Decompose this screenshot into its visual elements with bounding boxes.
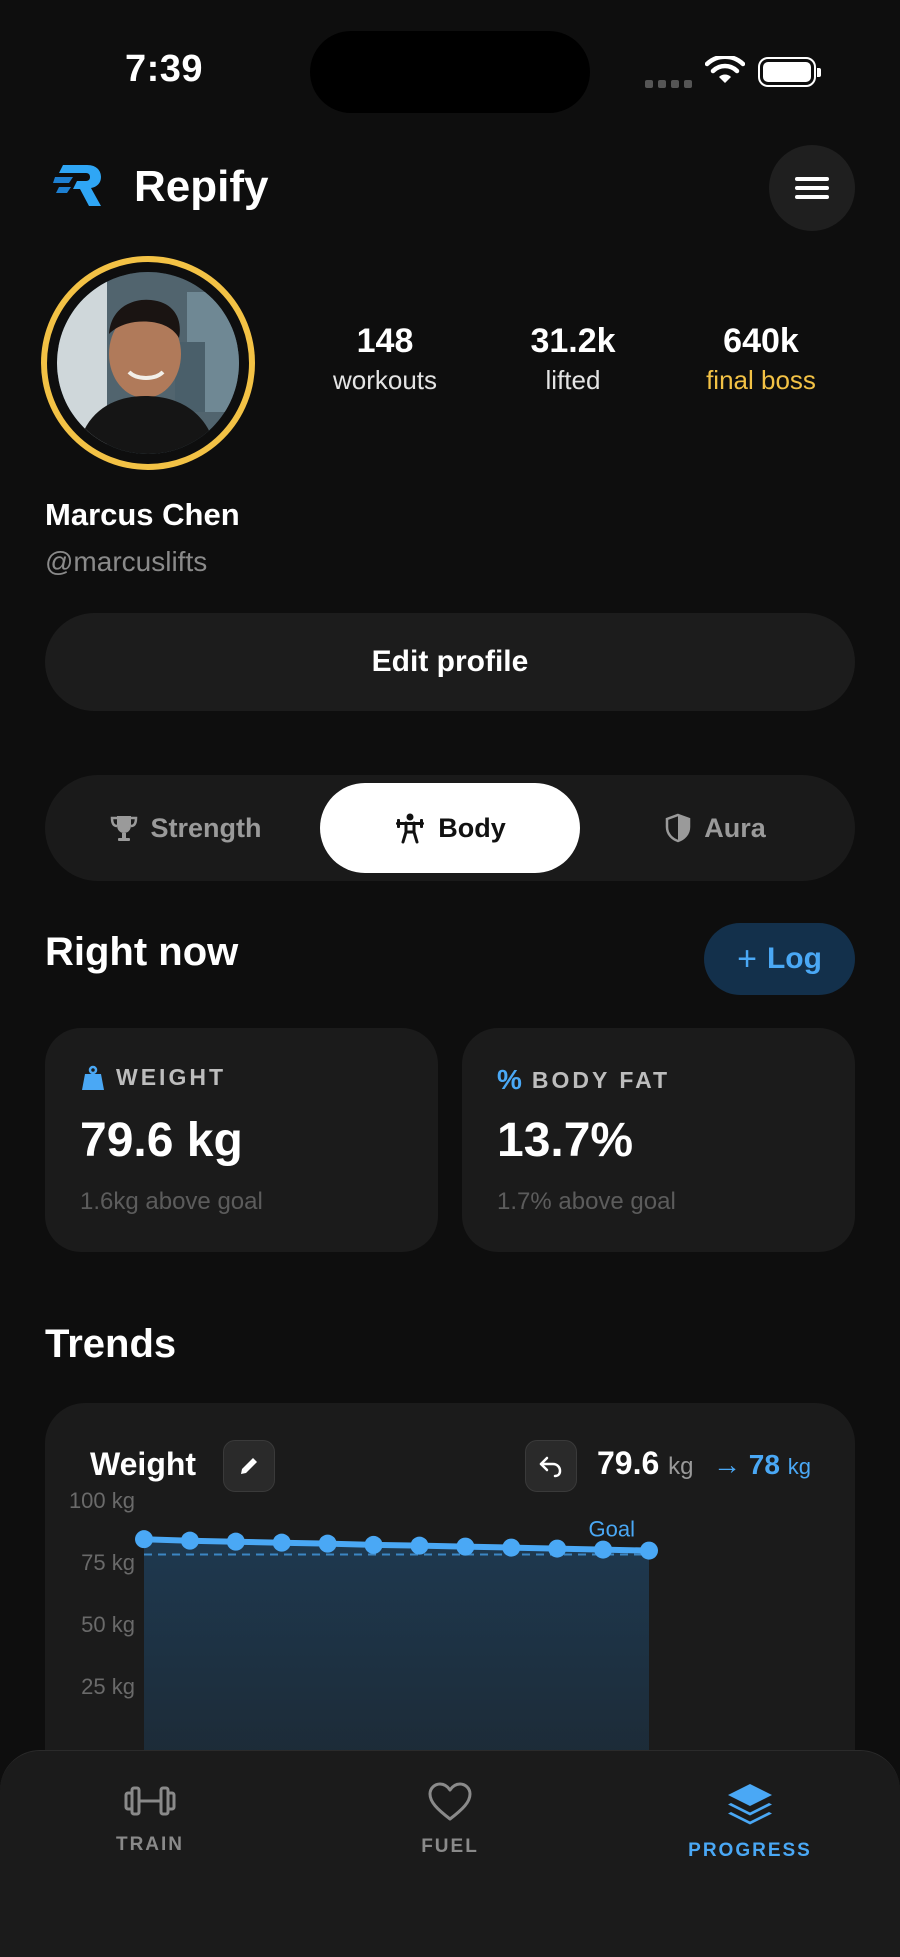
chart-point[interactable] (180, 1531, 199, 1550)
user-handle: @marcuslifts (45, 546, 208, 577)
log-button[interactable]: + Log (704, 923, 855, 995)
hamburger-menu-icon (795, 172, 829, 204)
menu-button[interactable] (769, 145, 855, 231)
nav-label: TRAIN (115, 1834, 185, 1855)
nav-label: PROGRESS (688, 1840, 812, 1861)
layers-icon (728, 1784, 772, 1825)
weightlifter-icon (396, 813, 425, 844)
chart-point[interactable] (594, 1540, 613, 1559)
chart-point[interactable] (502, 1538, 521, 1557)
metric-header: % BODY FAT (497, 1064, 670, 1096)
tab-body[interactable]: Body (320, 783, 580, 873)
chart-point[interactable] (318, 1534, 337, 1553)
chart-point[interactable] (640, 1541, 658, 1560)
stat-label: lifted (545, 365, 601, 395)
profile-tabs: Strength Body Aura (45, 775, 855, 881)
chart-point[interactable] (226, 1532, 245, 1551)
status-time: 7:39 (125, 48, 204, 90)
tab-label: Strength (150, 812, 262, 843)
y-tick-label: 75 kg (81, 1550, 135, 1575)
tab-label: Body (438, 812, 506, 843)
chart-point[interactable] (135, 1530, 153, 1549)
trends-title: Trends (45, 1322, 177, 1366)
stat-label: final boss (706, 365, 816, 395)
dumbbell-icon (124, 1786, 176, 1816)
metric-value: 79.6 kg (80, 1114, 243, 1167)
trophy-icon (110, 816, 137, 841)
body-fat-card[interactable]: % BODY FAT 13.7% 1.7% above goal (462, 1028, 855, 1252)
nav-fuel[interactable]: FUEL (350, 1781, 550, 1858)
goal-label: Goal (589, 1517, 635, 1542)
stat-value: 31.2k (530, 322, 616, 360)
metric-subtext: 1.7% above goal (497, 1188, 676, 1215)
y-tick-label: 50 kg (81, 1612, 135, 1637)
chart-point[interactable] (410, 1536, 429, 1555)
user-name: Marcus Chen (45, 497, 240, 532)
weight-card[interactable]: WEIGHT 79.6 kg 1.6kg above goal (45, 1028, 438, 1252)
nav-progress[interactable]: PROGRESS (650, 1781, 850, 1862)
chart-point[interactable] (548, 1539, 567, 1558)
app-title: Repify (134, 162, 269, 211)
tab-aura[interactable]: Aura (595, 783, 835, 873)
stat-value: 148 (356, 322, 414, 360)
nav-label: FUEL (421, 1836, 479, 1857)
metric-subtext: 1.6kg above goal (80, 1188, 263, 1215)
chart-point[interactable] (364, 1535, 383, 1554)
metric-label: WEIGHT (116, 1064, 226, 1090)
repify-logo-icon (53, 165, 101, 206)
stat-value: 640k (723, 322, 799, 360)
bottom-nav: TRAIN FUEL PROGRESS (0, 1750, 900, 1957)
battery-icon (758, 57, 821, 87)
shield-icon (665, 813, 691, 843)
dynamic-island (310, 31, 590, 113)
tab-strength[interactable]: Strength (65, 783, 305, 873)
y-tick-label: 25 kg (81, 1674, 135, 1699)
chart-point[interactable] (456, 1537, 475, 1556)
nav-train[interactable]: TRAIN (50, 1781, 250, 1856)
chart-point[interactable] (272, 1533, 291, 1552)
stat-workouts: 148 workouts (333, 322, 437, 396)
avatar[interactable] (41, 256, 255, 470)
weight-icon (82, 1065, 104, 1090)
tab-label: Aura (704, 812, 766, 843)
y-tick-label: 100 kg (69, 1488, 135, 1513)
stat-lifted: 31.2k lifted (530, 322, 615, 396)
heart-icon (428, 1782, 472, 1821)
avatar-photo (57, 272, 239, 454)
screen: 7:39 Repify 148 workouts 31.2k lifted 64… (0, 0, 900, 1957)
metric-header: WEIGHT (80, 1064, 226, 1091)
metric-label: BODY FAT (531, 1066, 671, 1093)
plus-icon: + (737, 940, 757, 978)
log-label: Log (766, 942, 822, 975)
signal-icon (645, 80, 692, 88)
stat-label: workouts (332, 365, 438, 395)
edit-profile-button[interactable]: Edit profile (45, 613, 855, 711)
right-now-title: Right now (45, 930, 239, 974)
metric-value: 13.7% (497, 1114, 634, 1167)
stat-rank: 640k final boss (706, 322, 816, 396)
percent-icon: % (497, 1064, 522, 1095)
wifi-icon (705, 56, 745, 83)
